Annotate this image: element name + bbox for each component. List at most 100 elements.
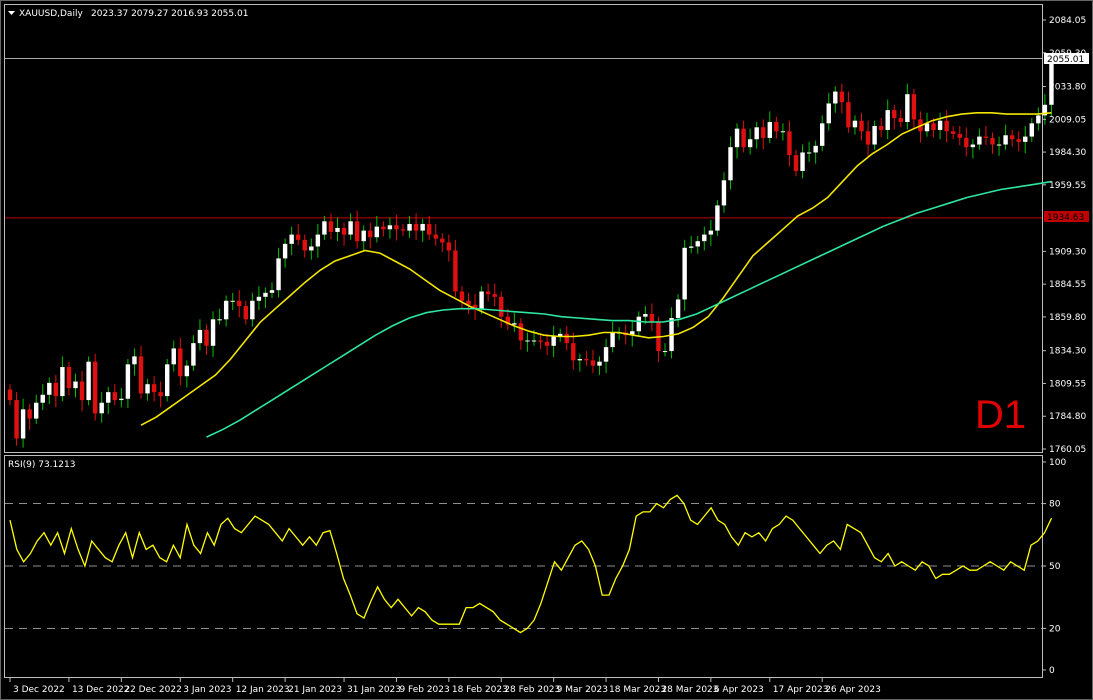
candle-body <box>708 230 714 235</box>
candle-body <box>250 300 255 320</box>
candle-body <box>485 291 491 295</box>
candle-body <box>413 223 419 231</box>
candle-body <box>217 319 222 321</box>
candle-body <box>269 290 275 293</box>
candle-body <box>813 145 818 153</box>
candle-body <box>662 351 668 353</box>
price-tick-label: 1884.55 <box>1049 280 1086 290</box>
candle-body <box>977 136 982 145</box>
rsi-pane-frame <box>4 455 1043 678</box>
time-tick-label: 21 Jan 2023 <box>288 685 342 695</box>
time-tick-label: 9 Feb 2023 <box>399 685 449 695</box>
candle-body <box>125 364 131 399</box>
candle-body <box>800 152 805 172</box>
candle-body <box>368 230 373 238</box>
time-axis[interactable]: 3 Dec 2022 13 Dec 202222 Dec 2022 3 Jan 20… <box>9 678 881 695</box>
candle-body <box>531 340 537 342</box>
candle-body <box>479 291 484 309</box>
candle-body <box>597 361 602 366</box>
candle-body <box>649 314 655 322</box>
time-tick-label: 26 Apr 2023 <box>825 685 881 695</box>
candle-body <box>440 238 445 243</box>
candle-body <box>695 241 700 247</box>
candle-body <box>852 120 858 128</box>
candle-body <box>374 226 379 238</box>
time-tick-label: 3 Jan 2023 <box>183 685 231 695</box>
candle-body <box>210 319 216 346</box>
candle-body <box>839 91 845 103</box>
time-tick-label: 9 Mar 2023 <box>557 685 608 695</box>
candle-body <box>564 333 569 344</box>
candle-body <box>1029 123 1034 137</box>
candle-body <box>394 225 399 230</box>
time-tick-label: 18 Feb 2023 <box>452 685 508 695</box>
rsi-line <box>9 494 1053 634</box>
price-tick-label: 2033.80 <box>1049 83 1086 93</box>
candle-body <box>223 300 229 320</box>
candle-body <box>73 381 78 389</box>
rsi-indicator <box>5 494 1053 634</box>
candle-body <box>420 223 425 231</box>
time-tick-label: 13 Dec 2022 <box>72 685 130 695</box>
candle-body <box>1036 115 1041 124</box>
rsi-tick-label: 20 <box>1049 624 1061 634</box>
price-tick-label: 1784.80 <box>1049 412 1086 422</box>
candle-body <box>282 243 288 259</box>
candle-body <box>459 291 465 301</box>
candle-body <box>171 348 176 365</box>
candle-body <box>905 94 910 123</box>
trading-chart[interactable]: XAUUSD,Daily 2023.37 2079.27 2016.93 205… <box>0 0 1093 700</box>
chart-outer-frame <box>0 0 1093 700</box>
candle-body <box>937 120 943 130</box>
candle-body <box>990 137 995 145</box>
candle-body <box>682 247 687 300</box>
candle-body <box>885 110 890 130</box>
candle-body <box>1009 135 1015 140</box>
candle-body <box>243 306 248 320</box>
price-tick-label: 2009.05 <box>1049 115 1086 125</box>
candle-body <box>865 131 871 145</box>
candle-body <box>846 102 851 128</box>
rsi-tick-label: 0 <box>1049 666 1055 676</box>
price-axis[interactable]: 2084.052059.302033.802009.051984.301959.… <box>1042 16 1086 676</box>
candle-body <box>951 131 956 134</box>
ma-slow-line <box>206 180 1052 438</box>
candle-body <box>911 94 917 120</box>
candle-body <box>302 239 307 251</box>
candle-body <box>433 234 438 239</box>
candle-body <box>184 365 190 377</box>
chevron-down-icon[interactable] <box>8 11 15 15</box>
candle-body <box>296 234 301 240</box>
candle-body <box>603 347 609 362</box>
candle-body <box>833 91 838 104</box>
candle-body <box>806 152 812 154</box>
candle-body <box>256 296 262 301</box>
candle-body <box>99 402 104 414</box>
candle-body <box>322 221 327 235</box>
candle-body <box>289 234 294 244</box>
candle-body <box>820 123 825 146</box>
rsi-tick-label: 80 <box>1049 500 1061 510</box>
candle-body <box>446 242 452 251</box>
candle-body <box>931 123 936 130</box>
candle-body <box>407 223 412 231</box>
candle-body <box>14 400 19 439</box>
time-tick-label: 17 Apr 2023 <box>773 685 829 695</box>
candle-body <box>512 323 517 325</box>
candle-body <box>734 128 740 148</box>
symbol-title: XAUUSD,Daily <box>19 9 83 19</box>
candle-body <box>610 332 615 348</box>
candle-body <box>138 356 144 394</box>
price-tick-label: 1909.30 <box>1049 247 1086 257</box>
candle-body <box>859 120 864 132</box>
candle-body <box>112 392 117 401</box>
candle-body <box>132 356 137 365</box>
candlestick-series <box>7 53 1054 448</box>
candle-body <box>761 127 766 138</box>
time-tick-label: 3 Dec 2022 <box>13 685 65 695</box>
price-tick-label: 1859.80 <box>1049 313 1086 323</box>
candle-body <box>263 292 268 297</box>
price-tick-label: 1959.55 <box>1049 181 1086 191</box>
horizontal-lines <box>5 58 1042 219</box>
time-tick-label: 12 Jan 2023 <box>236 685 290 695</box>
